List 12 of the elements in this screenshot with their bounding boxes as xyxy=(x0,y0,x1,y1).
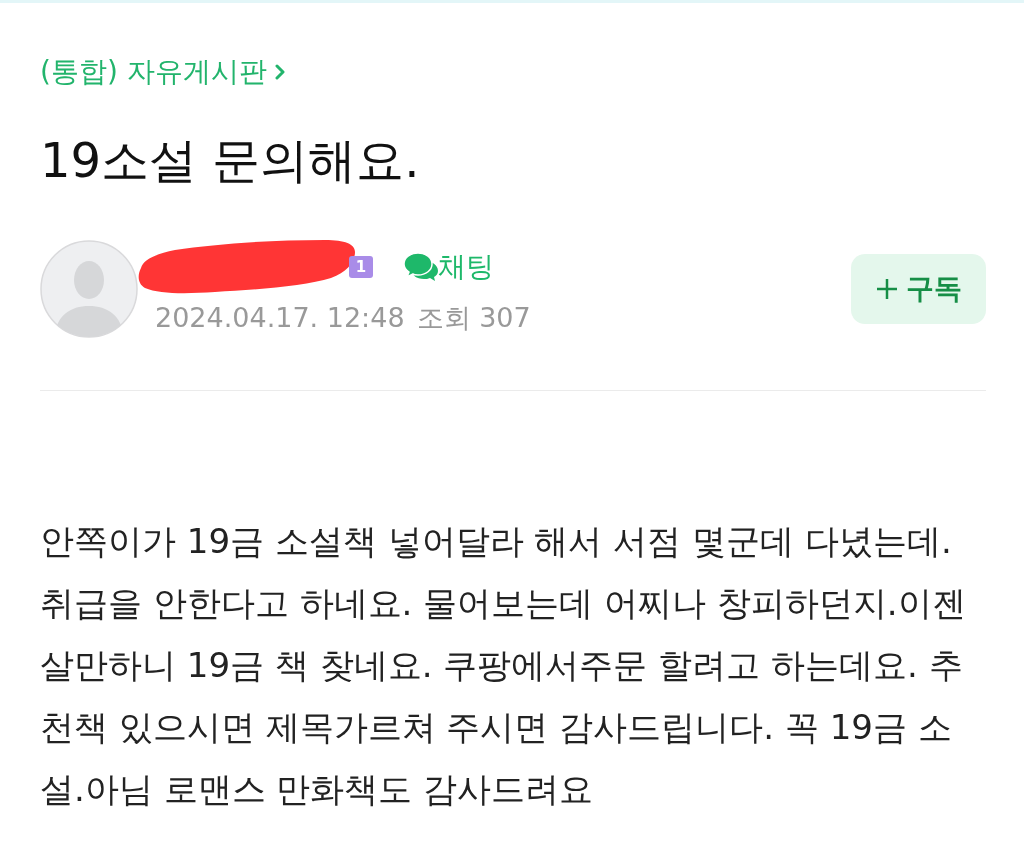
view-count: 조회 307 xyxy=(416,301,531,335)
subscribe-button[interactable]: 구독 xyxy=(851,254,986,324)
post-body-text: 안쪽이가 19금 소설책 넣어달라 해서 서점 몇군데 다녔는데. 취급을 안한다고 하네요. 물어보는데 어찌나 창피하던지.이젠 살만하니 19금 책 찾네요. 쿠팡에서주문 할려고 하는데요. 추천책 있으시면 제목가르쳐 주시면 감사드립니다. 꼭 19금 소설.아님 로맨스 만화책도 감사드려요 xyxy=(40,520,967,811)
avatar-icon xyxy=(40,240,138,338)
post-title: 19소설 문의해요. xyxy=(40,132,420,188)
board-link[interactable]: (통합) 자유게시판 xyxy=(40,54,285,90)
level-badge: 1 xyxy=(349,256,373,278)
chat-link[interactable]: 채팅 xyxy=(404,249,494,285)
plus-icon xyxy=(875,278,898,300)
chevron-right-icon xyxy=(274,64,285,80)
post-date: 2024.04.17. 12:48 xyxy=(155,301,405,335)
chat-bubbles-icon xyxy=(404,253,438,281)
